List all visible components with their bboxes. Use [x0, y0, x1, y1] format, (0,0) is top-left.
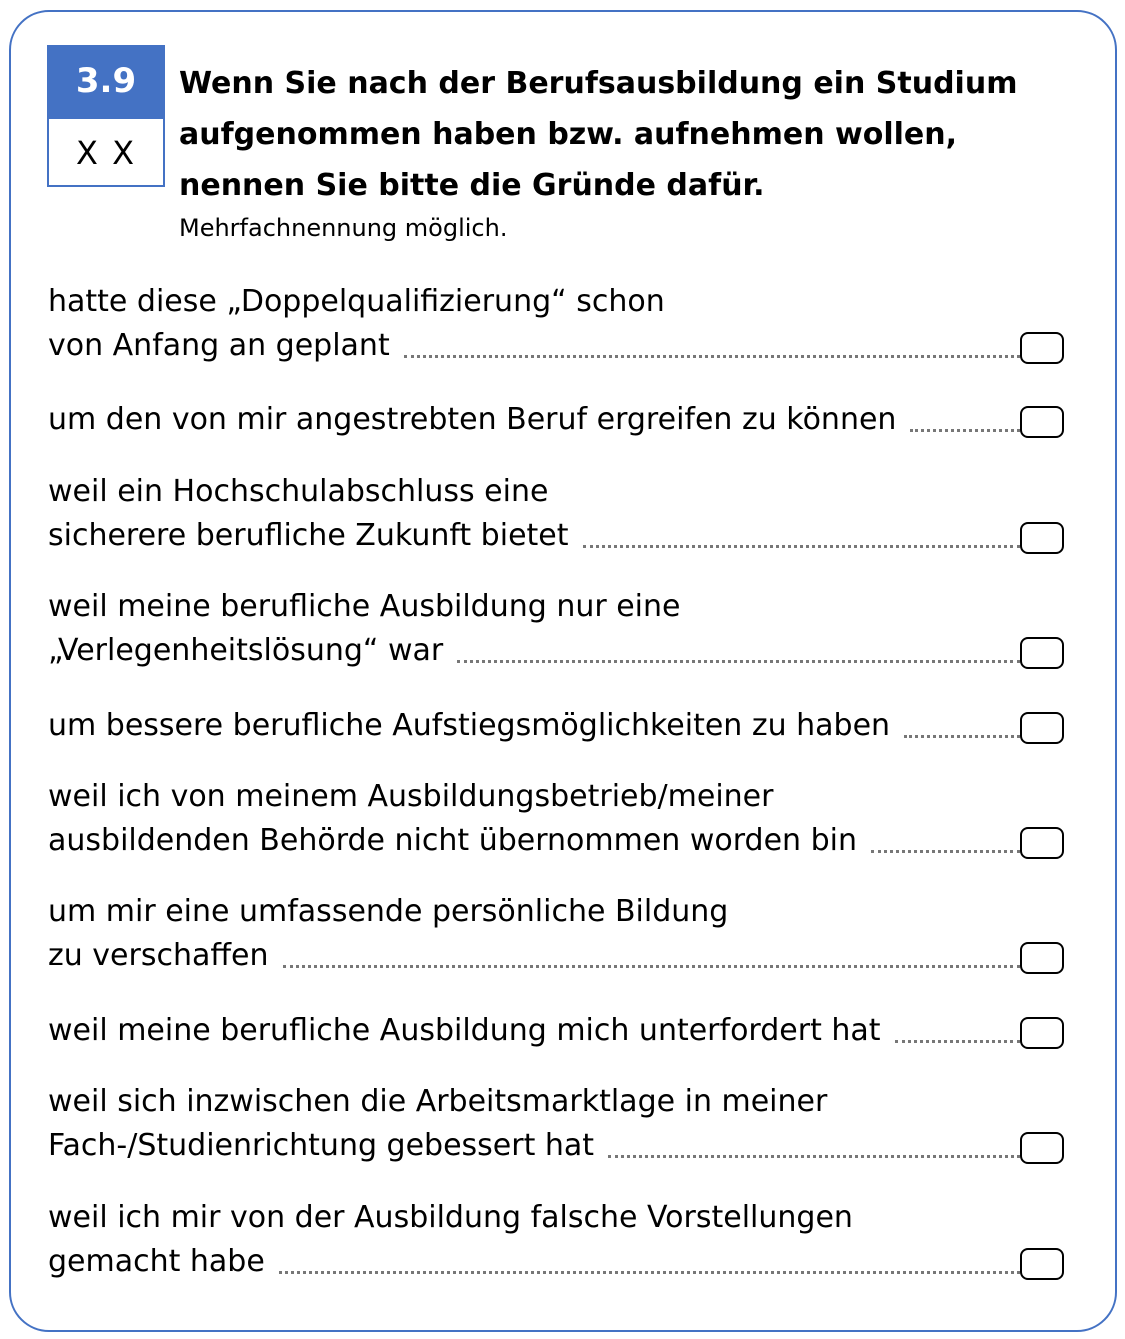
answer-option-line: sicherere berufliche Zukunft bietet [48, 514, 1068, 558]
question-title-line: nennen Sie bitte die Gründe dafür. [179, 168, 765, 203]
answer-option[interactable]: weil meine berufliche Ausbildung mich un… [48, 1009, 1068, 1053]
answer-option-label: weil meine berufliche Ausbildung nur ein… [48, 589, 681, 624]
answer-checkbox[interactable] [1020, 406, 1064, 438]
answer-option-label: um mir eine umfassende persönliche Bildu… [48, 894, 729, 929]
answer-checkbox[interactable] [1020, 1017, 1064, 1049]
answer-option[interactable]: um bessere berufliche Aufstiegsmöglichke… [48, 704, 1068, 748]
dotted-leader [871, 850, 1020, 853]
dotted-leader [910, 429, 1020, 432]
dotted-leader [894, 1040, 1020, 1043]
answer-option-line: um mir eine umfassende persönliche Bildu… [48, 890, 1068, 934]
answer-checkbox[interactable] [1020, 1132, 1064, 1164]
answer-option-line: um den von mir angestrebten Beruf ergrei… [48, 398, 1068, 442]
answer-option-line: „Verlegenheitslösung“ war [48, 629, 1068, 673]
dotted-leader [608, 1155, 1020, 1158]
answer-option-line: weil ich mir von der Ausbildung falsche … [48, 1196, 1068, 1240]
answer-checkbox[interactable] [1020, 1248, 1064, 1280]
answer-option-label: gemacht habe [48, 1244, 265, 1279]
answer-option-label: Fach-/Studienrichtung gebessert hat [48, 1128, 595, 1163]
answer-option-line: weil meine berufliche Ausbildung nur ein… [48, 585, 1068, 629]
answer-option-label: weil ich von meinem Ausbildungsbetrieb/m… [48, 779, 774, 814]
answer-option-label: weil meine berufliche Ausbildung mich un… [48, 1013, 881, 1048]
answer-option-line: weil meine berufliche Ausbildung mich un… [48, 1009, 1068, 1053]
answer-checkbox[interactable] [1020, 522, 1064, 554]
answer-option-line: weil sich inzwischen die Arbeitsmarktlag… [48, 1080, 1068, 1124]
answer-option-label: sicherere berufliche Zukunft bietet [48, 518, 569, 553]
question-title: Wenn Sie nach der Berufsausbildung ein S… [179, 58, 1079, 211]
answer-option-label: um bessere berufliche Aufstiegsmöglichke… [48, 708, 891, 743]
answer-option-label: hatte diese „Doppelqualifizierung“ schon [48, 284, 665, 319]
question-title-line: aufgenommen haben bzw. aufnehmen wollen, [179, 117, 958, 152]
answer-option-label: weil ich mir von der Ausbildung falsche … [48, 1200, 853, 1235]
answer-option-label: weil ein Hochschulabschluss eine [48, 474, 549, 509]
answer-option-line: um bessere berufliche Aufstiegsmöglichke… [48, 704, 1068, 748]
answer-checkbox[interactable] [1020, 712, 1064, 744]
dotted-leader [403, 355, 1020, 358]
answer-option-line: von Anfang an geplant [48, 324, 1068, 368]
question-number-box: 3.9 X X [47, 45, 165, 187]
dotted-leader [457, 660, 1020, 663]
answer-option-label: ausbildenden Behörde nicht übernommen wo… [48, 823, 857, 858]
answer-option[interactable]: weil ich mir von der Ausbildung falsche … [48, 1196, 1068, 1284]
answer-option-line: ausbildenden Behörde nicht übernommen wo… [48, 819, 1068, 863]
dotted-leader [582, 545, 1020, 548]
answer-option[interactable]: weil ich von meinem Ausbildungsbetrieb/m… [48, 775, 1068, 863]
answer-option-label: um den von mir angestrebten Beruf ergrei… [48, 402, 897, 437]
question-title-line: Wenn Sie nach der Berufsausbildung ein S… [179, 66, 1018, 101]
question-instruction: Mehrfachnennung möglich. [179, 214, 508, 242]
answer-option[interactable]: um mir eine umfassende persönliche Bildu… [48, 890, 1068, 978]
answer-option-line: weil ich von meinem Ausbildungsbetrieb/m… [48, 775, 1068, 819]
answer-option-line: zu verschaffen [48, 934, 1068, 978]
dotted-leader [278, 1271, 1020, 1274]
answer-option-line: gemacht habe [48, 1240, 1068, 1284]
answer-option[interactable]: weil ein Hochschulabschluss eine sicherer… [48, 470, 1068, 558]
answer-option[interactable]: hatte diese „Doppelqualifizierung“ schon… [48, 280, 1068, 368]
answer-checkbox[interactable] [1020, 827, 1064, 859]
answer-option-label: zu verschaffen [48, 938, 269, 973]
answer-option-line: hatte diese „Doppelqualifizierung“ schon [48, 280, 1068, 324]
dotted-leader [904, 735, 1020, 738]
answer-option-line: weil ein Hochschulabschluss eine [48, 470, 1068, 514]
question-code: X X [75, 134, 136, 172]
answer-checkbox[interactable] [1020, 637, 1064, 669]
answer-checkbox[interactable] [1020, 332, 1064, 364]
answer-checkbox[interactable] [1020, 942, 1064, 974]
dotted-leader [282, 965, 1020, 968]
answer-option[interactable]: weil meine berufliche Ausbildung nur ein… [48, 585, 1068, 673]
answer-option-line: Fach-/Studienrichtung gebessert hat [48, 1124, 1068, 1168]
question-number: 3.9 [49, 47, 163, 119]
answer-option-label: von Anfang an geplant [48, 328, 390, 363]
answer-option-label: „Verlegenheitslösung“ war [48, 633, 444, 668]
answer-option[interactable]: weil sich inzwischen die Arbeitsmarktlag… [48, 1080, 1068, 1168]
answer-option-label: weil sich inzwischen die Arbeitsmarktlag… [48, 1084, 828, 1119]
answer-option[interactable]: um den von mir angestrebten Beruf ergrei… [48, 398, 1068, 442]
